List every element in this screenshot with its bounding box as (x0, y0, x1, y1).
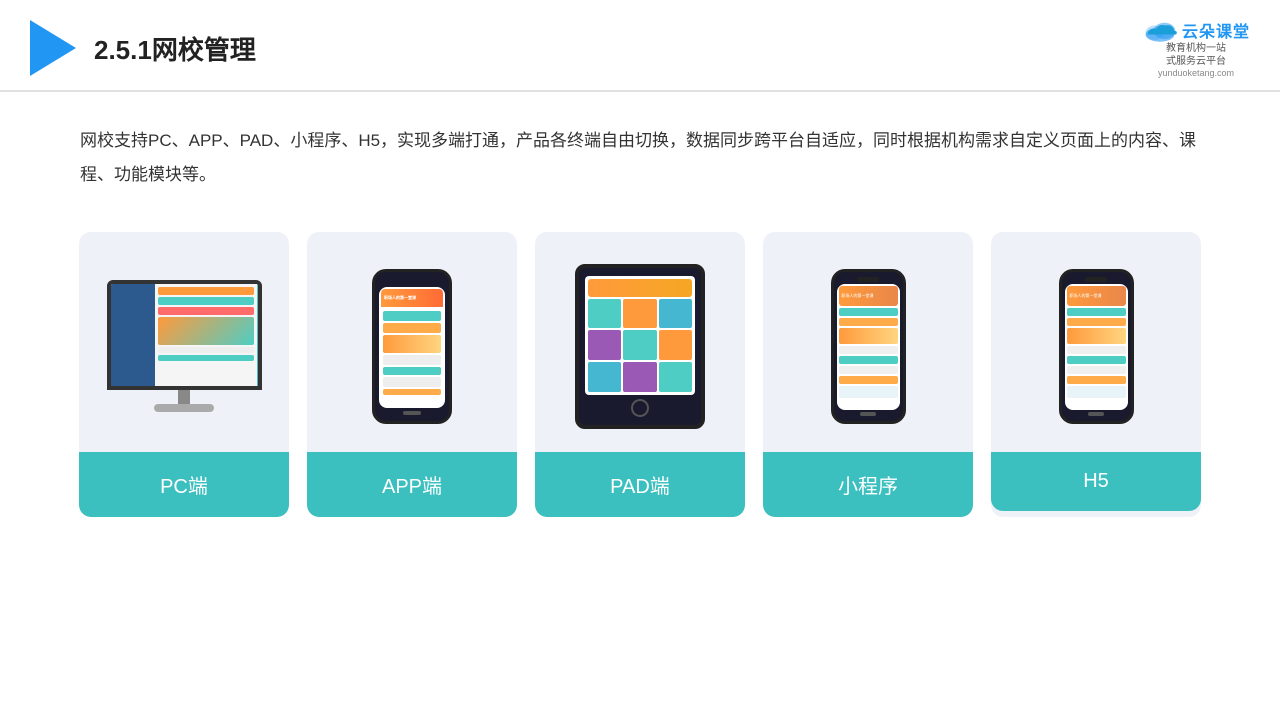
pad-ipad-icon (575, 264, 705, 429)
header-left: 2.5.1网校管理 (30, 20, 256, 76)
card-pc[interactable]: PC端 (79, 232, 289, 517)
brand-cloud: 云朵课堂 (1142, 18, 1250, 42)
card-miniapp-label: 小程序 (763, 452, 973, 517)
page-header: 2.5.1网校管理 云朵课堂 教育机构一站 式服务云平台 yunduoketa (0, 0, 1280, 92)
card-h5-label: H5 (991, 452, 1201, 511)
header-right: 云朵课堂 教育机构一站 式服务云平台 yunduoketang.com (1142, 18, 1250, 78)
brand-tagline: 教育机构一站 式服务云平台 (1166, 42, 1226, 68)
description-text: 网校支持PC、APP、PAD、小程序、H5，实现多端打通，产品各终端自由切换，数… (0, 92, 1280, 202)
card-miniapp[interactable]: 职场人的第一堂课 小程序 (763, 232, 973, 517)
brand-logo: 云朵课堂 教育机构一站 式服务云平台 yunduoketang.com (1142, 18, 1250, 78)
card-pc-label: PC端 (79, 452, 289, 517)
cards-container: PC端 职场人的第一堂课 (0, 202, 1280, 517)
app-phone-icon: 职场人的第一堂课 (372, 269, 452, 424)
h5-phone-icon: 职场人的第一堂课 (1059, 269, 1134, 424)
card-h5-image: 职场人的第一堂课 (991, 232, 1201, 452)
card-app-label: APP端 (307, 452, 517, 517)
card-app-image: 职场人的第一堂课 (307, 232, 517, 452)
brand-name: 云朵课堂 (1182, 18, 1250, 42)
card-pad[interactable]: PAD端 (535, 232, 745, 517)
cloud-icon (1142, 18, 1178, 42)
logo-triangle-icon (30, 20, 76, 76)
pc-monitor-icon (107, 280, 262, 412)
card-pc-image (79, 232, 289, 452)
card-h5[interactable]: 职场人的第一堂课 H5 (991, 232, 1201, 517)
page-title: 2.5.1网校管理 (94, 30, 256, 67)
card-app[interactable]: 职场人的第一堂课 AP (307, 232, 517, 517)
miniapp-phone-icon: 职场人的第一堂课 (831, 269, 906, 424)
card-miniapp-image: 职场人的第一堂课 (763, 232, 973, 452)
card-pad-image (535, 232, 745, 452)
brand-url: yunduoketang.com (1158, 68, 1234, 78)
card-pad-label: PAD端 (535, 452, 745, 517)
